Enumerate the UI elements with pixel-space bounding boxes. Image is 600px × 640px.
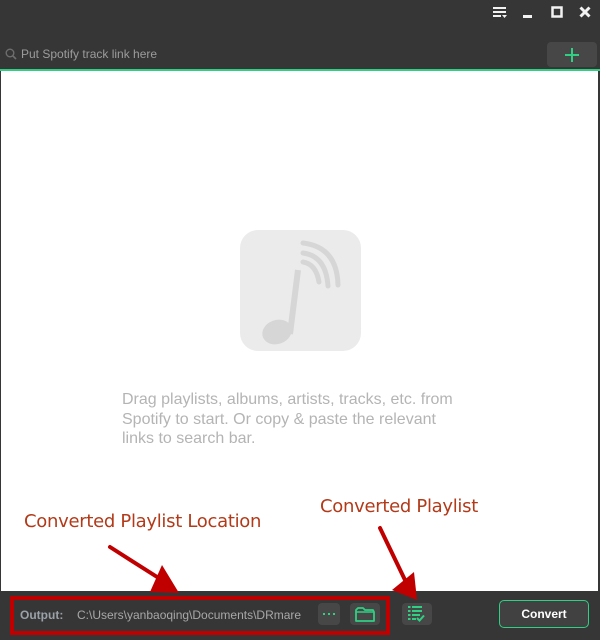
convert-button[interactable]: Convert <box>499 600 589 628</box>
maximize-button[interactable] <box>545 2 569 22</box>
hint-line: links to search bar. <box>122 430 256 447</box>
search-input[interactable] <box>21 45 521 63</box>
open-folder-button[interactable] <box>350 603 380 625</box>
minimize-button[interactable] <box>516 2 540 22</box>
menu-button[interactable] <box>488 2 512 22</box>
music-note-icon <box>240 230 361 351</box>
output-label: Output: <box>20 608 64 622</box>
maximize-icon <box>551 6 563 18</box>
hint-line: Spotify to start. Or copy & paste the re… <box>122 410 436 428</box>
title-bar <box>0 0 600 36</box>
close-icon <box>579 6 591 18</box>
annotation-playlist-label: Converted Playlist <box>320 496 478 517</box>
close-button[interactable] <box>573 2 597 22</box>
converted-list-icon <box>408 606 425 622</box>
hint-line: Drag playlists, albums, artists, tracks,… <box>122 391 453 408</box>
search-bar <box>0 36 600 70</box>
converted-list-button[interactable] <box>402 603 432 625</box>
footer-bar: Output: C:\Users\yanbaoqing\Documents\DR… <box>0 591 600 640</box>
empty-state-hint: Drag playlists, albums, artists, tracks,… <box>122 390 492 449</box>
add-button[interactable] <box>547 42 597 67</box>
menu-icon <box>493 7 507 18</box>
plus-icon <box>565 47 579 62</box>
drop-zone[interactable]: Drag playlists, albums, artists, tracks,… <box>1 71 598 591</box>
minimize-icon <box>523 15 532 18</box>
annotation-location-label: Converted Playlist Location <box>24 511 262 532</box>
folder-icon <box>355 606 375 622</box>
browse-output-button[interactable] <box>318 603 340 625</box>
search-icon <box>5 48 17 60</box>
output-path: C:\Users\yanbaoqing\Documents\DRmare <box>77 608 302 622</box>
ellipsis-icon <box>323 613 335 615</box>
